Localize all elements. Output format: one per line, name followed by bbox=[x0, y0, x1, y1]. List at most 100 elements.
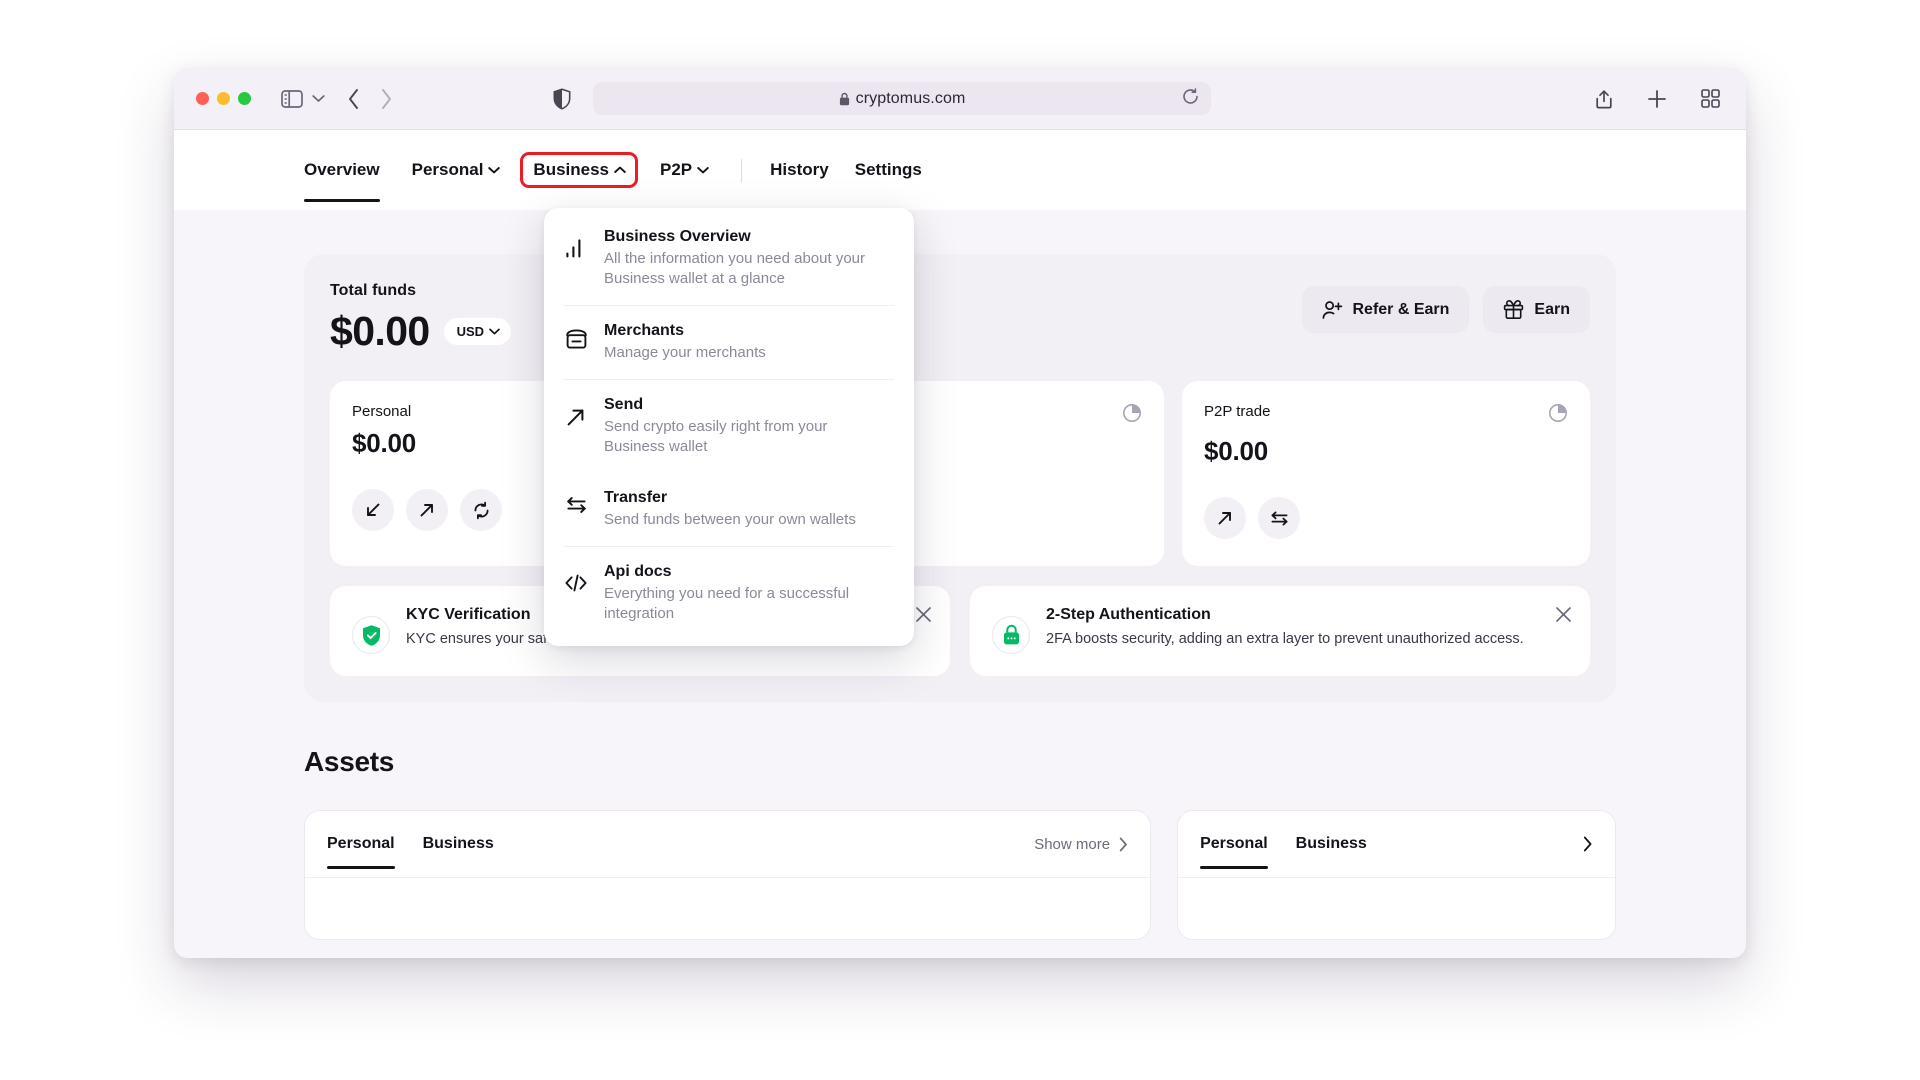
dropdown-item-business-overview[interactable]: Business Overview All the information yo… bbox=[544, 212, 914, 305]
close-window-button[interactable] bbox=[196, 92, 209, 105]
dashboard-body: Total funds $0.00 USD Refer & Earn Earn … bbox=[174, 210, 1746, 958]
assets-section-title: Assets bbox=[304, 746, 395, 777]
gift-icon bbox=[1503, 299, 1524, 320]
wallet-cards: Personal $0.00 P2P trade $0.00 bbox=[330, 381, 1590, 566]
close-icon[interactable] bbox=[915, 606, 932, 626]
sidebar-toggle-icon[interactable] bbox=[281, 89, 303, 108]
dropdown-item-title: Api docs bbox=[604, 562, 672, 580]
shield-icon[interactable] bbox=[553, 87, 571, 110]
sidebar-chevron-down-icon[interactable] bbox=[312, 94, 325, 103]
maximize-window-button[interactable] bbox=[238, 92, 251, 105]
bar-chart-icon bbox=[564, 238, 588, 258]
nav-label-business: Business bbox=[533, 160, 610, 179]
dropdown-item-subtitle: Manage your merchants bbox=[604, 343, 766, 361]
assets-tab-label: Personal bbox=[327, 835, 395, 852]
tab-grid-icon[interactable] bbox=[1701, 89, 1720, 108]
refer-and-earn-label: Refer & Earn bbox=[1352, 300, 1450, 318]
minimize-window-button[interactable] bbox=[217, 92, 230, 105]
wallet-card-amount: $0.00 bbox=[1204, 436, 1269, 466]
dropdown-item-merchants[interactable]: Merchants Manage your merchants bbox=[544, 306, 914, 379]
dropdown-item-text: Transfer Send funds between your own wal… bbox=[604, 489, 856, 530]
nav-item-business[interactable]: Business bbox=[520, 152, 639, 188]
store-icon bbox=[564, 328, 588, 350]
site-top-nav: Overview Personal Business P2P History S… bbox=[174, 130, 1746, 210]
receive-button[interactable] bbox=[352, 489, 394, 531]
nav-active-underline bbox=[304, 199, 380, 202]
chevron-right-icon bbox=[1583, 836, 1593, 852]
arrow-down-left-icon bbox=[364, 501, 382, 519]
total-funds-row: $0.00 USD bbox=[330, 308, 512, 355]
dropdown-item-send[interactable]: Send Send crypto easily right from your … bbox=[544, 380, 914, 473]
swap-button[interactable] bbox=[460, 489, 502, 531]
business-dropdown-menu: Business Overview All the information yo… bbox=[544, 208, 914, 646]
dropdown-item-text: Send Send crypto easily right from your … bbox=[604, 396, 866, 457]
pie-chart-icon[interactable] bbox=[1122, 403, 1142, 428]
nav-item-settings[interactable]: Settings bbox=[855, 160, 922, 180]
user-plus-icon bbox=[1322, 300, 1343, 320]
assets-tab-personal[interactable]: Personal bbox=[327, 811, 395, 877]
assets-tab-personal[interactable]: Personal bbox=[1200, 811, 1268, 877]
lock-icon bbox=[839, 92, 850, 106]
code-icon bbox=[564, 573, 588, 593]
page-content: Overview Personal Business P2P History S… bbox=[174, 130, 1746, 958]
notice-card-2fa: 2-Step Authentication 2FA boosts securit… bbox=[970, 586, 1590, 676]
dropdown-item-api-docs[interactable]: Api docs Everything you need for a succe… bbox=[544, 547, 914, 640]
chevron-left-icon[interactable] bbox=[347, 88, 360, 110]
address-bar[interactable]: cryptomus.com bbox=[593, 82, 1211, 115]
wallet-card-amount: $0.00 bbox=[352, 428, 417, 458]
assets-card-next-button[interactable] bbox=[1583, 836, 1593, 852]
assets-tab-label: Personal bbox=[1200, 835, 1268, 852]
refer-and-earn-button[interactable]: Refer & Earn bbox=[1301, 286, 1470, 333]
assets-tab-business[interactable]: Business bbox=[423, 811, 494, 877]
dropdown-item-text: Business Overview All the information yo… bbox=[604, 228, 866, 289]
notice-text: 2FA boosts security, adding an extra lay… bbox=[1046, 631, 1524, 647]
url-text: cryptomus.com bbox=[855, 89, 966, 107]
earn-button[interactable]: Earn bbox=[1483, 286, 1590, 333]
wallet-card-amount-row: $0.00 bbox=[1204, 436, 1568, 467]
share-icon[interactable] bbox=[1595, 88, 1613, 109]
assets-card-left: Personal Business Show more bbox=[304, 810, 1152, 940]
tab-active-underline bbox=[327, 866, 395, 869]
browser-titlebar: cryptomus.com bbox=[174, 68, 1746, 130]
send-button[interactable] bbox=[1204, 497, 1246, 539]
refresh-swap-icon bbox=[472, 501, 491, 520]
total-funds-label: Total funds bbox=[330, 282, 417, 299]
browser-window: cryptomus.com Overview Personal Business… bbox=[174, 68, 1746, 958]
notice-body: 2-Step Authentication 2FA boosts securit… bbox=[1046, 606, 1558, 654]
dropdown-item-title: Merchants bbox=[604, 321, 685, 339]
titlebar-actions bbox=[1595, 88, 1720, 109]
currency-selector[interactable]: USD bbox=[443, 318, 512, 345]
dropdown-item-text: Merchants Manage your merchants bbox=[604, 322, 766, 363]
wallet-card-actions bbox=[1204, 497, 1568, 539]
nav-divider bbox=[741, 158, 743, 182]
reload-icon[interactable] bbox=[1182, 87, 1199, 110]
chevron-down-icon bbox=[697, 166, 709, 174]
send-button[interactable] bbox=[406, 489, 448, 531]
chevron-down-icon bbox=[488, 166, 501, 174]
chevron-right-icon[interactable] bbox=[380, 88, 393, 110]
assets-grid: Personal Business Show more Personal Bus… bbox=[304, 810, 1616, 940]
window-controls bbox=[196, 92, 251, 105]
dropdown-item-transfer[interactable]: Transfer Send funds between your own wal… bbox=[544, 473, 914, 546]
nav-label-p2p: P2P bbox=[660, 160, 693, 179]
assets-tab-business[interactable]: Business bbox=[1296, 811, 1367, 877]
transfer-arrows-icon bbox=[564, 495, 588, 515]
plus-icon[interactable] bbox=[1647, 89, 1667, 109]
nav-item-history[interactable]: History bbox=[770, 160, 829, 180]
assets-card-divider bbox=[1178, 877, 1615, 878]
close-icon[interactable] bbox=[1555, 606, 1572, 626]
total-funds-block: Total funds $0.00 USD bbox=[330, 282, 512, 355]
nav-item-personal[interactable]: Personal bbox=[412, 160, 501, 180]
dropdown-item-subtitle: Send funds between your own wallets bbox=[604, 510, 856, 528]
wallet-card-p2p-trade[interactable]: P2P trade $0.00 bbox=[1182, 381, 1590, 566]
funds-action-buttons: Refer & Earn Earn bbox=[1301, 286, 1590, 333]
nav-item-overview[interactable]: Overview bbox=[304, 160, 380, 202]
shield-check-icon bbox=[352, 616, 390, 654]
show-more-button[interactable]: Show more bbox=[1034, 836, 1128, 853]
nav-item-p2p[interactable]: P2P bbox=[660, 160, 709, 180]
arrow-up-right-icon bbox=[1216, 509, 1234, 527]
transfer-button[interactable] bbox=[1258, 497, 1300, 539]
chevron-down-icon bbox=[489, 328, 500, 335]
total-funds-amount: $0.00 bbox=[330, 308, 430, 354]
pie-chart-icon[interactable] bbox=[1548, 403, 1568, 428]
